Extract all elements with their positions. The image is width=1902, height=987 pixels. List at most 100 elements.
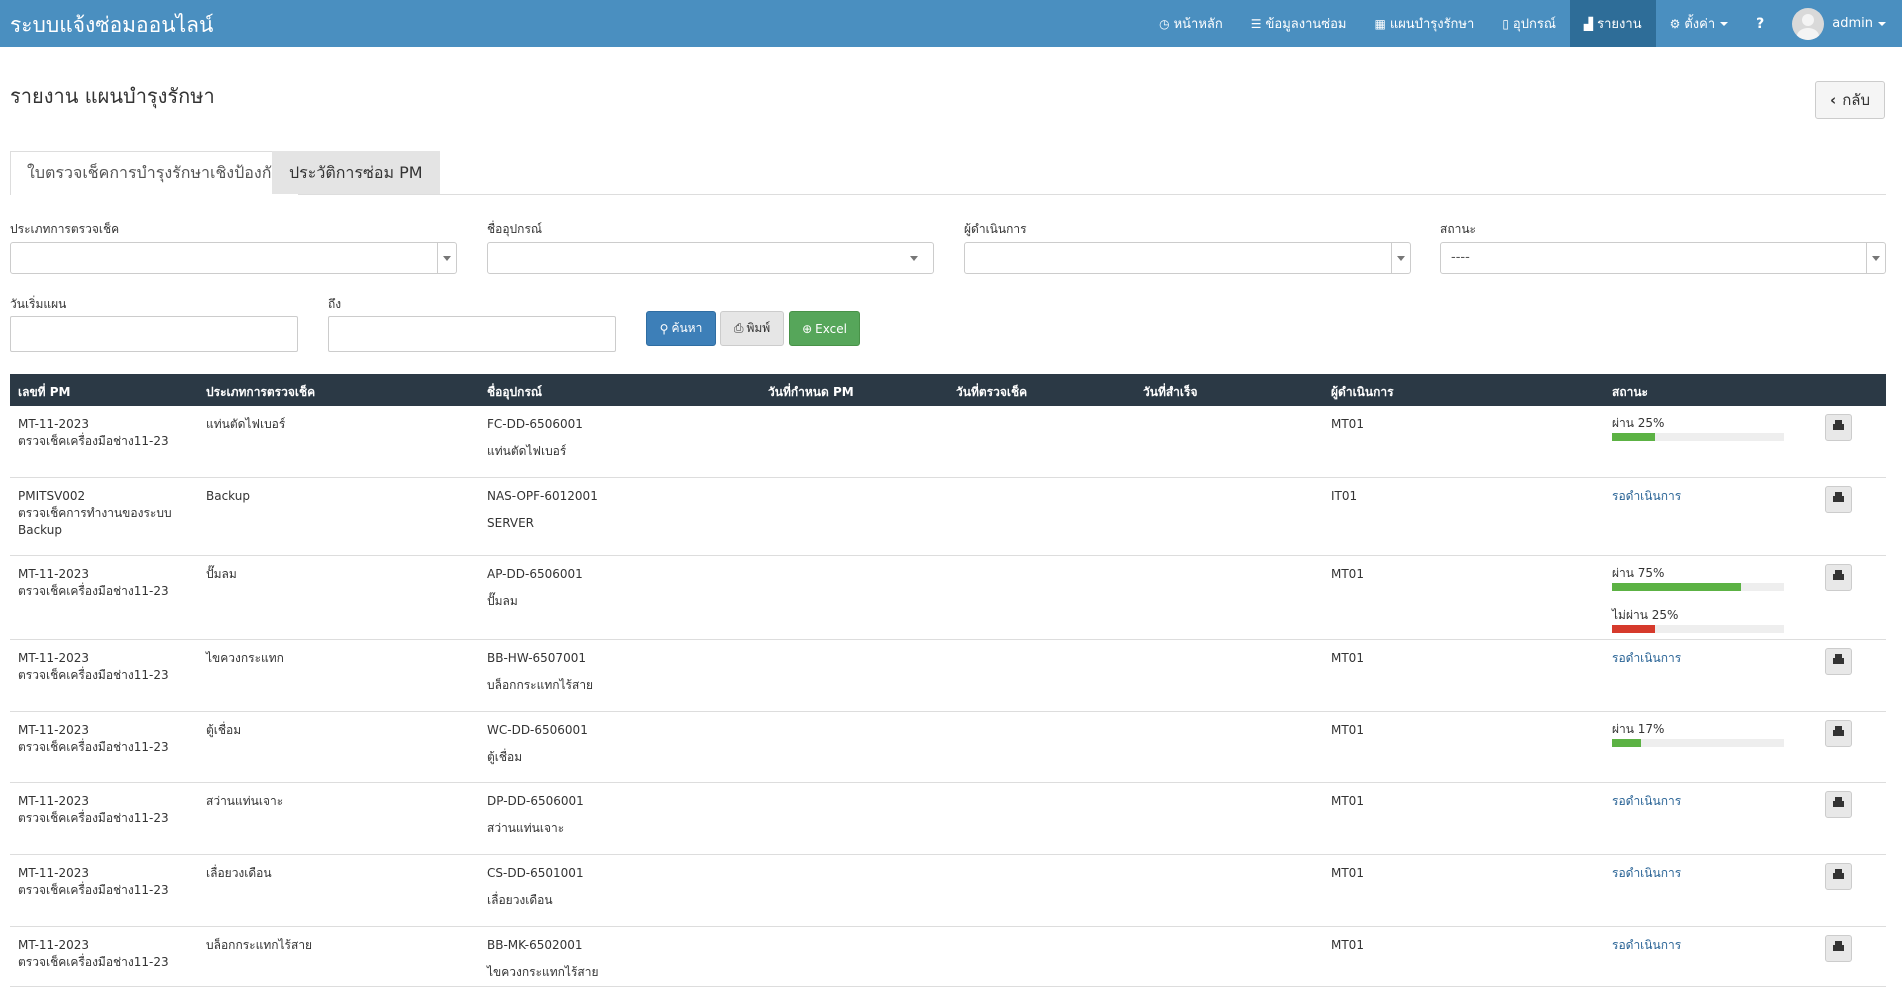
progress-group: ผ่าน 75% bbox=[1612, 566, 1784, 591]
printer-icon bbox=[1833, 869, 1844, 881]
check-type-select[interactable] bbox=[10, 242, 457, 274]
nav-item-repair-data[interactable]: ☰ ข้อมูลงานซ่อม bbox=[1237, 0, 1361, 47]
equipment-select[interactable] bbox=[487, 242, 934, 274]
excel-button[interactable]: ⊕ Excel bbox=[789, 311, 860, 346]
chevron-down-icon bbox=[1866, 243, 1885, 273]
pm-number-cell: MT-11-2023 ตรวจเช็คเครื่องมือช่าง11-23 bbox=[18, 650, 198, 684]
col-check-type: ประเภทการตรวจเช็ค bbox=[206, 385, 316, 399]
equipment-code: BB-HW-6507001 bbox=[487, 651, 586, 665]
print-icon: ⎙ bbox=[733, 321, 744, 335]
nav-item-equipment[interactable]: ▯ อุปกรณ์ bbox=[1488, 0, 1570, 47]
status-pending[interactable]: รอดำเนินการ bbox=[1612, 938, 1681, 952]
row-print-button[interactable] bbox=[1825, 791, 1852, 818]
row-print-button[interactable] bbox=[1825, 720, 1852, 747]
pm-number: MT-11-2023 bbox=[18, 417, 90, 431]
pm-number: MT-11-2023 bbox=[18, 794, 90, 808]
progress-fill bbox=[1612, 433, 1655, 441]
nav-item-home[interactable]: ◷ หน้าหลัก bbox=[1145, 0, 1237, 47]
back-button[interactable]: ‹ กลับ bbox=[1815, 81, 1885, 119]
status-cell: ผ่าน 17% bbox=[1612, 722, 1784, 747]
clock-icon: ◷ bbox=[1159, 16, 1170, 31]
row-print-button[interactable] bbox=[1825, 414, 1852, 441]
nav-item-maintenance-plan[interactable]: ▦ แผนบำรุงรักษา bbox=[1360, 0, 1488, 47]
operator-cell: MT01 bbox=[1331, 938, 1364, 952]
progress-label: ผ่าน 17% bbox=[1612, 722, 1665, 736]
equipment-name: แท่นตัดไฟเบอร์ bbox=[487, 444, 567, 458]
status-select[interactable]: ---- bbox=[1440, 242, 1886, 274]
row-print-button[interactable] bbox=[1825, 935, 1852, 962]
table-row: MT-11-2023 ตรวจเช็คเครื่องมือช่าง11-23 แท่… bbox=[10, 406, 1886, 478]
operator-cell: MT01 bbox=[1331, 723, 1364, 737]
progress-fill bbox=[1612, 625, 1655, 633]
status-pending[interactable]: รอดำเนินการ bbox=[1612, 794, 1681, 808]
printer-icon bbox=[1833, 570, 1844, 582]
tab-pm-checklist[interactable]: ใบตรวจเช็คการบำรุงรักษาเชิงป้องกัน bbox=[10, 151, 300, 195]
main-nav: ◷ หน้าหลัก ☰ ข้อมูลงานซ่อม ▦ แผนบำรุงรักษา … bbox=[1145, 0, 1902, 47]
print-button[interactable]: ⎙ พิมพ์ bbox=[720, 311, 784, 346]
operator-cell: MT01 bbox=[1331, 417, 1364, 431]
status-pending[interactable]: รอดำเนินการ bbox=[1612, 651, 1681, 665]
search-button[interactable]: ⚲ ค้นหา bbox=[646, 311, 716, 346]
end-date-label: ถึง bbox=[328, 297, 342, 311]
check-type-cell: ตู้เชื่อม bbox=[206, 723, 242, 737]
check-type-cell: แท่นตัดไฟเบอร์ bbox=[206, 417, 286, 431]
check-type-label: ประเภทการตรวจเช็ค bbox=[10, 222, 120, 236]
progress-bar bbox=[1612, 625, 1784, 633]
start-date-input[interactable] bbox=[10, 316, 298, 352]
table-row: MT-11-2023 ตรวจเช็คเครื่องมือช่าง11-23 สว่… bbox=[10, 783, 1886, 855]
download-icon: ⊕ bbox=[802, 321, 813, 336]
status-cell: ผ่าน 25% bbox=[1612, 416, 1784, 441]
pm-description: ตรวจเช็คเครื่องมือช่าง11-23 bbox=[18, 584, 169, 598]
row-print-button[interactable] bbox=[1825, 564, 1852, 591]
pm-description: ตรวจเช็คเครื่องมือช่าง11-23 bbox=[18, 955, 169, 969]
chevron-down-icon bbox=[437, 243, 456, 273]
nav-item-settings[interactable]: ⚙ ตั้งค่า bbox=[1656, 0, 1743, 47]
pm-description: ตรวจเช็คเครื่องมือช่าง11-23 bbox=[18, 668, 169, 682]
chevron-down-icon bbox=[1720, 21, 1729, 26]
equipment-cell: CS-DD-6501001 เลื่อยวงเดือน bbox=[487, 865, 584, 909]
pm-number: MT-11-2023 bbox=[18, 723, 90, 737]
user-menu[interactable]: admin bbox=[1778, 0, 1902, 47]
progress-bar bbox=[1612, 433, 1784, 441]
progress-fill bbox=[1612, 583, 1741, 591]
status-pending[interactable]: รอดำเนินการ bbox=[1612, 866, 1681, 880]
search-icon: ⚲ bbox=[659, 321, 669, 336]
pm-number-cell: MT-11-2023 ตรวจเช็คเครื่องมือช่าง11-23 bbox=[18, 865, 198, 899]
progress-bar bbox=[1612, 739, 1784, 747]
equipment-label: ชื่ออุปกรณ์ bbox=[487, 222, 543, 236]
avatar bbox=[1792, 7, 1825, 40]
equipment-cell: BB-MK-6502001 ไขควงกระแทกไร้สาย bbox=[487, 937, 599, 981]
operator-label: ผู้ดำเนินการ bbox=[964, 222, 1027, 236]
progress-label: ผ่าน 25% bbox=[1612, 416, 1665, 430]
row-print-button[interactable] bbox=[1825, 486, 1852, 513]
calendar-icon: ▦ bbox=[1374, 16, 1386, 31]
check-type-cell: ไขควงกระแทก bbox=[206, 651, 284, 665]
table-row: MT-11-2023 ตรวจเช็คเครื่องมือช่าง11-23 ไขค… bbox=[10, 640, 1886, 712]
col-complete-date: วันที่สำเร็จ bbox=[1143, 385, 1198, 399]
page-title: รายงาน แผนบำรุงรักษา bbox=[10, 84, 215, 108]
row-print-button[interactable] bbox=[1825, 863, 1852, 890]
pm-number-cell: MT-11-2023 ตรวจเช็คเครื่องมือช่าง11-23 bbox=[18, 937, 198, 971]
col-pm-due-date: วันที่กำหนด PM bbox=[768, 385, 854, 399]
equipment-cell: BB-HW-6507001 บล็อกกระแทกไร้สาย bbox=[487, 650, 593, 694]
equipment-cell: NAS-OPF-6012001 SERVER bbox=[487, 488, 598, 532]
equipment-name: บล็อกกระแทกไร้สาย bbox=[487, 678, 594, 692]
check-type-cell: เลื่อยวงเดือน bbox=[206, 866, 272, 880]
help-button[interactable]: ? bbox=[1742, 0, 1778, 47]
start-date-label: วันเริ่มแผน bbox=[10, 297, 67, 311]
pm-number-cell: MT-11-2023 ตรวจเช็คเครื่องมือช่าง11-23 bbox=[18, 793, 198, 827]
pm-number: MT-11-2023 bbox=[18, 567, 90, 581]
tab-pm-history[interactable]: ประวัติการซ่อม PM bbox=[272, 151, 440, 194]
progress-group: ผ่าน 17% bbox=[1612, 722, 1784, 747]
app-title[interactable]: ระบบแจ้งซ่อมออนไลน์ bbox=[10, 9, 213, 42]
operator-cell: MT01 bbox=[1331, 794, 1364, 808]
progress-group: ไม่ผ่าน 25% bbox=[1612, 608, 1784, 633]
chevron-down-icon bbox=[905, 243, 923, 273]
status-pending[interactable]: รอดำเนินการ bbox=[1612, 489, 1681, 503]
nav-item-report[interactable]: ▟ รายงาน bbox=[1569, 0, 1656, 47]
operator-select[interactable] bbox=[964, 242, 1411, 274]
row-print-button[interactable] bbox=[1825, 648, 1852, 675]
end-date-input[interactable] bbox=[328, 316, 616, 352]
equipment-name: ตู้เชื่อม bbox=[487, 750, 523, 764]
status-label: สถานะ bbox=[1440, 222, 1476, 236]
